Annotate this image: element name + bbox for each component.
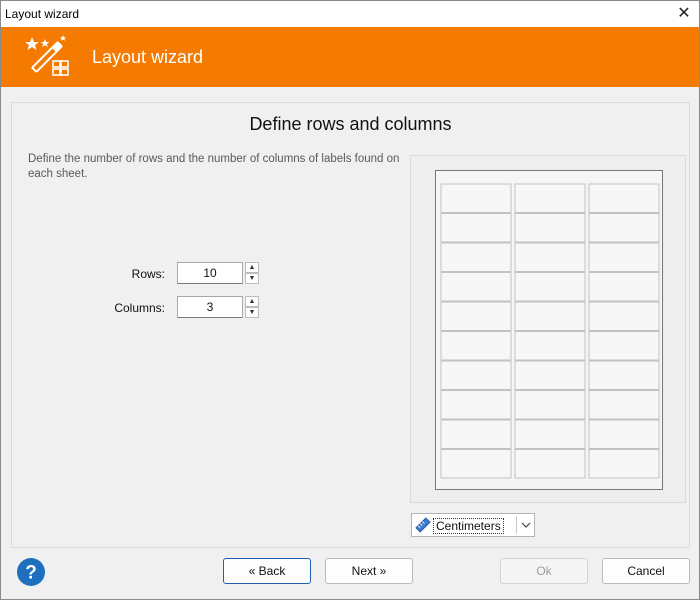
label-cell xyxy=(514,213,586,243)
cancel-button[interactable]: Cancel xyxy=(602,558,690,584)
columns-spinner: ▲ ▼ xyxy=(245,296,259,318)
page-title: Define rows and columns xyxy=(249,114,452,134)
label-cell xyxy=(588,213,660,243)
label-cell xyxy=(588,183,660,213)
label-cell xyxy=(440,390,512,420)
close-button[interactable]: ✕ xyxy=(673,3,695,25)
rows-decrement-button[interactable]: ▼ xyxy=(245,273,259,284)
columns-input[interactable]: 3 xyxy=(177,296,243,318)
label-cell xyxy=(514,360,586,390)
chevron-down-icon xyxy=(521,522,531,528)
label-cell xyxy=(440,213,512,243)
label-cell xyxy=(588,390,660,420)
label-cell xyxy=(588,360,660,390)
dropdown-separator xyxy=(516,516,517,534)
label-cell xyxy=(588,449,660,479)
rows-spinner: ▲ ▼ xyxy=(245,262,259,284)
label-cell xyxy=(440,301,512,331)
help-icon[interactable]: ? xyxy=(16,557,46,587)
columns-label: Columns: xyxy=(114,301,165,315)
label-cell xyxy=(588,301,660,331)
label-cell xyxy=(514,419,586,449)
label-cell xyxy=(440,183,512,213)
label-cell xyxy=(514,449,586,479)
rows-input[interactable]: 10 xyxy=(177,262,243,284)
label-grid xyxy=(440,183,660,479)
magic-wand-icon xyxy=(25,35,69,76)
label-cell xyxy=(588,242,660,272)
description-text: Define the number of rows and the number… xyxy=(28,153,400,180)
label-cell xyxy=(588,419,660,449)
header-title: Layout wizard xyxy=(92,47,204,67)
label-cell xyxy=(514,331,586,361)
ok-button[interactable]: Ok xyxy=(500,558,588,584)
label-cell xyxy=(440,272,512,302)
label-cell xyxy=(514,272,586,302)
unit-dropdown[interactable]: Centimeters xyxy=(411,513,535,537)
ruler-pencil-icon xyxy=(415,517,431,533)
label-sheet-preview xyxy=(435,170,663,490)
columns-increment-button[interactable]: ▲ xyxy=(245,296,259,307)
label-cell xyxy=(514,242,586,272)
unit-selected-value: Centimeters xyxy=(433,518,504,534)
label-cell xyxy=(440,242,512,272)
label-cell xyxy=(514,183,586,213)
window-title: Layout wizard xyxy=(5,7,80,21)
rows-increment-button[interactable]: ▲ xyxy=(245,262,259,273)
label-cell xyxy=(514,390,586,420)
label-cell xyxy=(588,272,660,302)
layout-preview xyxy=(410,155,686,503)
label-cell xyxy=(440,419,512,449)
label-cell xyxy=(440,449,512,479)
label-cell xyxy=(588,331,660,361)
label-cell xyxy=(440,331,512,361)
label-cell xyxy=(514,301,586,331)
main-panel: Define rows and columns Define the numbe… xyxy=(11,102,690,548)
title-bar: Layout wizard ✕ xyxy=(1,1,699,27)
back-button[interactable]: « Back xyxy=(223,558,311,584)
wizard-header: Layout wizard xyxy=(1,27,699,87)
next-button[interactable]: Next » xyxy=(325,558,413,584)
layout-wizard-window: Layout wizard ✕ Layout wizard Define row… xyxy=(0,0,700,600)
columns-decrement-button[interactable]: ▼ xyxy=(245,307,259,318)
svg-text:?: ? xyxy=(25,563,37,584)
rows-label: Rows: xyxy=(131,267,165,281)
label-cell xyxy=(440,360,512,390)
